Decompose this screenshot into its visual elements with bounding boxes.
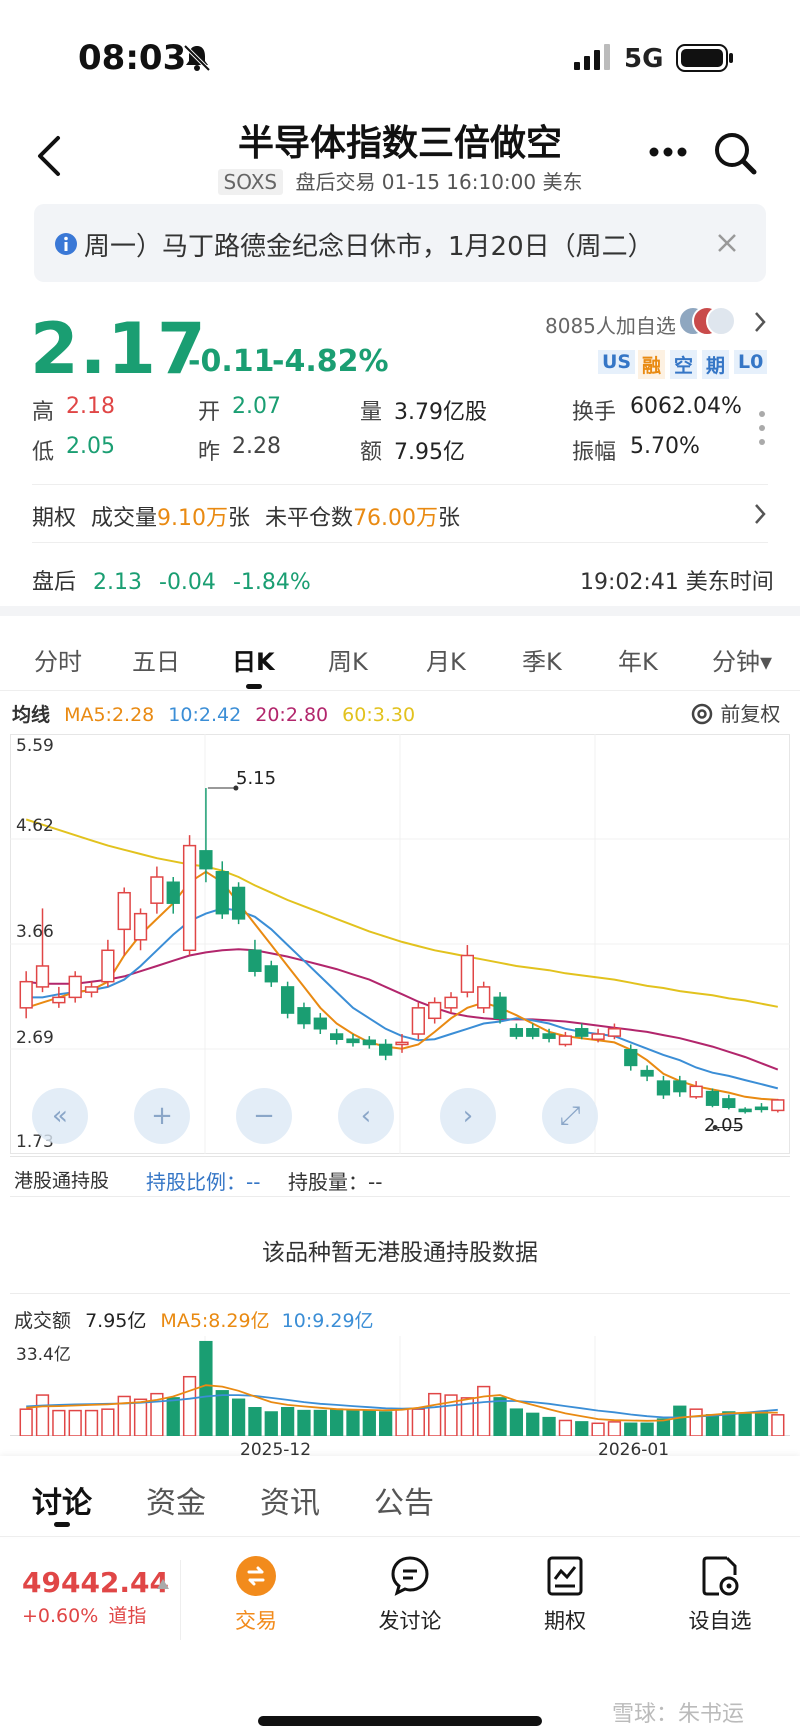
- watermark: 雪球：朱书运: [612, 1702, 745, 1727]
- tab-funds[interactable]: 资金: [146, 1478, 206, 1522]
- nav-options[interactable]: 期权: [505, 1555, 625, 1635]
- nav-watchlist[interactable]: 设自选: [660, 1555, 780, 1635]
- index-value: 49442.44: [22, 1566, 170, 1599]
- tab-discussion[interactable]: 讨论: [32, 1478, 92, 1522]
- nav-trade[interactable]: 交易: [196, 1555, 316, 1635]
- nav-options-label: 期权: [544, 1609, 586, 1633]
- index-ticker[interactable]: 49442.44 +0.60% 道指: [22, 1566, 169, 1628]
- tab-news[interactable]: 资讯: [260, 1478, 320, 1522]
- index-change: +0.60%: [22, 1605, 99, 1627]
- chat-icon: [391, 1556, 429, 1596]
- nav-post-label: 发讨论: [378, 1609, 442, 1633]
- tab-announcements[interactable]: 公告: [374, 1478, 434, 1522]
- index-name: 道指: [108, 1605, 147, 1627]
- trade-icon: [236, 1556, 276, 1596]
- home-indicator: [258, 1716, 542, 1726]
- nav-watchlist-label: 设自选: [688, 1609, 752, 1633]
- nav-post[interactable]: 发讨论: [350, 1555, 470, 1635]
- content-tab-indicator: [54, 1522, 70, 1527]
- nav-trade-label: 交易: [235, 1609, 277, 1633]
- content-tabs: 讨论 资金 资讯 公告: [0, 0, 800, 1536]
- options-chart-icon: [547, 1556, 583, 1596]
- add-watchlist-icon: [702, 1556, 739, 1596]
- triangle-up-icon: [157, 1579, 169, 1589]
